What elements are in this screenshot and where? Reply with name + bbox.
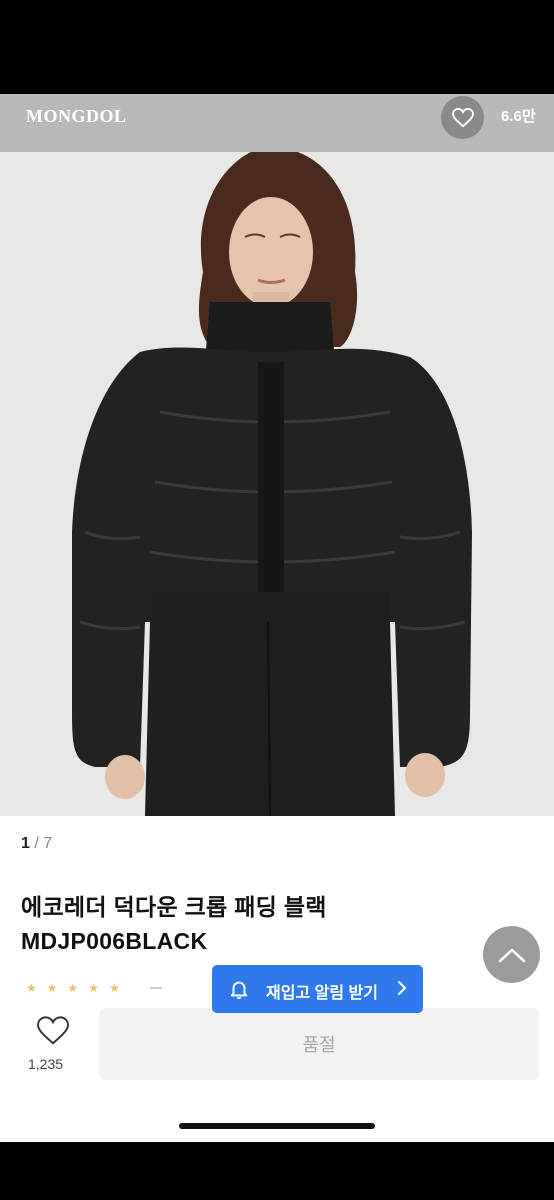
restock-label: 재입고 알림 받기: [266, 985, 378, 1002]
model-photo: [0, 152, 554, 816]
restock-alert-button[interactable]: 재입고 알림 받기: [212, 965, 423, 1013]
pager-total: 7: [43, 835, 53, 852]
heart-icon: [451, 107, 474, 127]
star-icon: ★: [88, 981, 100, 995]
star-icon: ★: [109, 981, 120, 995]
heart-outline-icon: [37, 1016, 69, 1045]
brand-logo[interactable]: MONGDOL: [26, 106, 127, 127]
bottom-action-bar: 1,235 품절: [0, 994, 554, 1142]
home-indicator[interactable]: [179, 1123, 375, 1129]
pager-current: 1: [21, 835, 30, 852]
star-icon: ★: [46, 981, 58, 995]
rating-stars: ★ ★ ★ ★ ★: [26, 982, 120, 994]
bell-icon: [230, 981, 248, 1000]
image-pager: 1 / 7: [21, 835, 52, 853]
pager-separator: /: [29, 835, 44, 852]
star-icon: ★: [26, 981, 37, 995]
review-divider: [150, 987, 162, 989]
wish-count: 1,235: [28, 1056, 64, 1072]
chevron-up-icon: [498, 948, 525, 962]
shop-like-button[interactable]: [441, 96, 484, 139]
product-page: MONGDOL 6.6만 1 / 7 에코레더 덕다운 크롭 패딩 블랙 MDJ…: [0, 94, 554, 1142]
product-title: 에코레더 덕다운 크롭 패딩 블랙 MDJP006BLACK: [21, 894, 327, 954]
shop-header: MONGDOL 6.6만: [0, 94, 554, 152]
scroll-top-button[interactable]: [483, 926, 540, 983]
star-icon: ★: [67, 981, 79, 995]
soldout-button[interactable]: 품절: [99, 1008, 539, 1080]
shop-like-count: 6.6만: [501, 108, 536, 125]
product-image[interactable]: [0, 152, 554, 816]
chevron-right-icon: [398, 981, 407, 995]
phone-screen: MONGDOL 6.6만 1 / 7 에코레더 덕다운 크롭 패딩 블랙 MDJ…: [0, 0, 554, 1200]
wish-button[interactable]: [31, 1016, 75, 1051]
